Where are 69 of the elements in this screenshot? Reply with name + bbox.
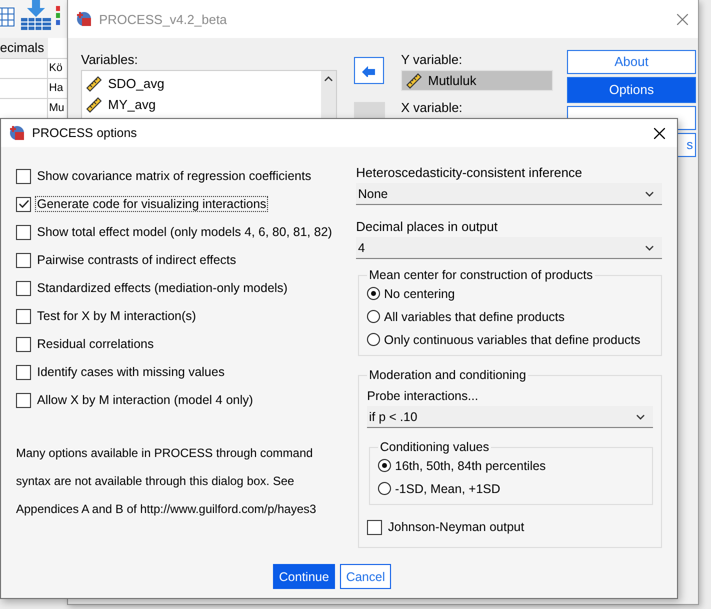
- variable-name: Mutluluk: [428, 73, 476, 88]
- checkbox[interactable]: [367, 520, 382, 534]
- import-data-icon[interactable]: [20, 0, 52, 30]
- checkbox-label[interactable]: Show total effect model (only models 4, 6, 80, 81, 82): [35, 224, 334, 240]
- chevron-down-icon: [636, 414, 645, 420]
- checkbox-label[interactable]: Standardized effects (mediation-only models): [35, 280, 290, 296]
- dialog-button[interactable]: About: [567, 50, 696, 74]
- checkbox[interactable]: [16, 308, 31, 324]
- radio-label[interactable]: Only continuous variables that define products: [384, 332, 640, 346]
- variables-label: Variables:: [81, 52, 139, 68]
- radio-label[interactable]: 16th, 50th, 84th percentiles: [395, 458, 546, 472]
- note-text: Appendices A and B of http://www.guilford.com/p/hayes3: [16, 501, 318, 518]
- move-arrow-button[interactable]: [354, 57, 384, 84]
- chevron-down-icon: [645, 190, 654, 196]
- variable-name[interactable]: SDO_avg: [108, 76, 164, 91]
- decimal-places-dropdown[interactable]: 4: [356, 237, 662, 259]
- note-text: syntax are not available through this dialog box. See: [16, 473, 296, 490]
- radio-button[interactable]: [378, 482, 391, 495]
- y-variable-label: Y variable:: [401, 52, 464, 68]
- checkbox-label[interactable]: Test for X by M interaction(s): [35, 308, 198, 324]
- dialog-button[interactable]: Cancel: [340, 564, 391, 589]
- checkbox-label[interactable]: Residual correlations: [35, 336, 156, 352]
- group-title: Mean center for construction of products: [368, 268, 594, 282]
- heteroscedasticity-label: Heteroscedasticity-consistent inference: [356, 165, 584, 181]
- ruler-icon: [406, 72, 422, 88]
- app-icon: [9, 125, 25, 141]
- radio-button[interactable]: [367, 287, 380, 300]
- column-header: ecimals: [0, 38, 48, 59]
- checkbox-label[interactable]: Johnson-Neyman output: [386, 519, 526, 535]
- checkbox-label[interactable]: Generate code for visualizing interactions: [35, 196, 268, 212]
- radio-label[interactable]: No centering: [384, 286, 455, 300]
- group-title: Moderation and conditioning: [368, 368, 528, 382]
- ruler-icon: [86, 76, 102, 92]
- checkbox[interactable]: [16, 364, 31, 380]
- radio-label[interactable]: -1SD, Mean, +1SD: [395, 482, 500, 496]
- radio-button[interactable]: [378, 459, 391, 472]
- checkbox[interactable]: [16, 224, 31, 240]
- window-title: PROCESS_v4.2_beta: [99, 12, 228, 26]
- decimal-places-label: Decimal places in output: [356, 219, 499, 235]
- app-icon: [76, 11, 92, 27]
- group-title: Conditioning values: [379, 440, 490, 454]
- radio-button[interactable]: [367, 310, 380, 323]
- dialog-button[interactable]: Continue: [273, 564, 336, 589]
- note-text: Many options available in PROCESS through command: [16, 445, 314, 462]
- heteroscedasticity-dropdown[interactable]: None: [356, 183, 662, 205]
- checkbox-label[interactable]: Allow X by M interaction (model 4 only): [35, 392, 256, 408]
- ruler-icon: [86, 96, 102, 112]
- checkbox[interactable]: [16, 280, 31, 296]
- probe-interactions-label: Probe interactions...: [367, 388, 480, 404]
- chart-icon[interactable]: [56, 6, 60, 26]
- checkbox[interactable]: [16, 196, 31, 212]
- radio-label[interactable]: All variables that define products: [384, 310, 565, 324]
- checkbox[interactable]: [16, 392, 31, 408]
- y-variable-field[interactable]: Mutluluk: [401, 70, 553, 91]
- checkbox-label[interactable]: Identify cases with missing values: [35, 364, 227, 380]
- checkbox-label[interactable]: Show covariance matrix of regression coefficients: [35, 168, 314, 184]
- arrow-left-icon: [362, 64, 376, 76]
- variable-name[interactable]: MY_avg: [108, 97, 156, 112]
- table-cell: [0, 59, 48, 79]
- checkbox[interactable]: [16, 252, 31, 268]
- dialog-button[interactable]: Options: [567, 77, 696, 103]
- checkbox[interactable]: [16, 168, 31, 184]
- checkbox[interactable]: [16, 336, 31, 352]
- chevron-up-icon[interactable]: [324, 76, 333, 82]
- radio-button[interactable]: [367, 333, 380, 346]
- probe-interactions-dropdown[interactable]: if p < .10: [367, 406, 653, 428]
- chevron-down-icon: [645, 244, 654, 250]
- x-variable-label: X variable:: [401, 100, 464, 116]
- checkbox-label[interactable]: Pairwise contrasts of indirect effects: [35, 252, 238, 268]
